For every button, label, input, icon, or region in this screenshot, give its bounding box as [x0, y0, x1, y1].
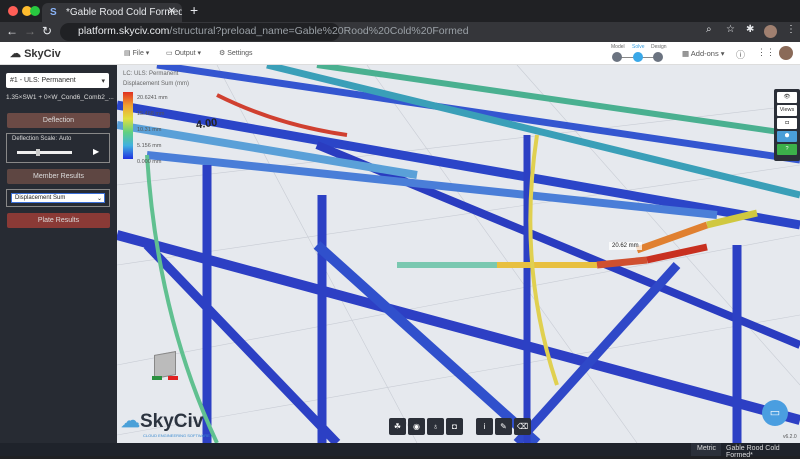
load-case-select[interactable]: #1 - ULS: Permanent ▾	[6, 73, 109, 88]
watermark-subtitle: CLOUD ENGINEERING SOFTWARE	[143, 433, 210, 438]
combination-label: 1.35×SW1 + 0×W_Cond6_Comb2_...	[6, 94, 114, 101]
zoom-icon[interactable]: ⌕	[706, 24, 712, 35]
extensions-icon[interactable]: ✱	[746, 24, 754, 35]
color-legend-labels: 20.6241 mm 15.468 mm 10.31 mm 5.156 mm 0.000…	[137, 95, 168, 165]
deflection-scale-label: Deflection Scale:	[12, 136, 58, 142]
deflection-button[interactable]: Deflection	[7, 113, 110, 128]
close-window-button[interactable]	[8, 6, 18, 16]
max-displacement-label: 20.62 mm	[609, 242, 642, 250]
reload-icon[interactable]: ↻	[42, 24, 52, 38]
pencil-icon[interactable]: ✎	[495, 418, 512, 435]
deflection-scale-slider[interactable]	[17, 151, 72, 154]
skyciv-watermark: ☁SkyCiv	[121, 411, 204, 432]
step-design-button[interactable]	[653, 52, 663, 62]
maximize-window-button[interactable]	[30, 6, 40, 16]
menu-output[interactable]: ▭ Output ▾	[166, 49, 201, 57]
step-model-button[interactable]	[612, 52, 622, 62]
step-design-label: Design	[651, 44, 667, 50]
deflection-scale-value: Auto	[59, 136, 72, 142]
chat-support-button[interactable]: ▭	[762, 400, 788, 426]
status-bar: Metric Gable Rood Cold Formed*	[0, 443, 800, 459]
profile-avatar[interactable]	[764, 25, 777, 38]
color-legend-bar	[123, 92, 133, 159]
url-text: platform.skyciv.com/structural?preload_n…	[78, 25, 469, 37]
menu-settings[interactable]: ⚙ Settings	[219, 49, 253, 57]
eye-icon[interactable]: ◉	[408, 418, 425, 435]
structure-model	[117, 65, 800, 443]
browser-tab[interactable]: S *Gable Rood Cold Formed | SkyCiv✕	[42, 3, 182, 22]
lightbulb-icon[interactable]: ♁	[427, 418, 444, 435]
new-tab-button[interactable]: +	[190, 2, 198, 18]
view-cube[interactable]	[150, 350, 182, 382]
screenshot-camera-button[interactable]: ◘	[777, 118, 797, 129]
result-type-box: Displacement Sum ⌄	[6, 189, 110, 207]
app-header: ☁ SkyCiv ▤ File ▾ ▭ Output ▾ ⚙ Settings …	[0, 42, 800, 65]
frame-members	[117, 65, 800, 443]
member-results-button[interactable]: Member Results	[7, 169, 110, 184]
apps-grid-icon[interactable]: ⋮⋮	[757, 47, 775, 58]
file-name-label: Gable Rood Cold Formed*	[726, 445, 780, 459]
load-case-label: LC: ULS: Permanent	[123, 71, 179, 77]
visibility-eye-button[interactable]: 👁	[777, 92, 797, 103]
back-icon[interactable]: ←	[6, 24, 18, 38]
result-type-select[interactable]: Displacement Sum ⌄	[11, 193, 105, 203]
addons-menu[interactable]: ▦ Add-ons ▾	[682, 49, 725, 58]
3d-viewport[interactable]: LC: ULS: Permanent Displacement Sum (mm)…	[117, 65, 800, 443]
deflection-scale-panel: Deflection Scale: Auto ▶	[6, 133, 110, 163]
skyciv-logo[interactable]: ☁ SkyCiv	[10, 47, 61, 60]
result-label: Displacement Sum (mm)	[123, 81, 190, 87]
browser-menu-icon[interactable]: ⋮	[786, 24, 796, 35]
3d-cube-button[interactable]: ⬢	[777, 131, 797, 142]
help-button[interactable]: ?	[777, 144, 797, 155]
menu-file[interactable]: ▤ File ▾	[124, 49, 149, 57]
forward-icon[interactable]: →	[24, 24, 36, 38]
browser-tab-bar: S *Gable Rood Cold Formed | SkyCiv✕ +	[0, 0, 800, 22]
step-solve-label: Solve	[632, 44, 645, 50]
close-tab-icon[interactable]: ✕	[168, 6, 176, 17]
step-solve-button[interactable]	[633, 52, 643, 62]
sidebar: #1 - ULS: Permanent ▾ 1.35×SW1 + 0×W_Cond…	[0, 65, 117, 443]
tab-title: *Gable Rood Cold Formed | SkyCiv	[66, 7, 182, 18]
views-button[interactable]: Views	[777, 105, 797, 116]
camera-icon[interactable]: ◘	[446, 418, 463, 435]
version-label: v6.2.0	[783, 434, 797, 440]
bookmark-star-icon[interactable]: ☆	[726, 24, 735, 35]
step-model-label: Model	[611, 44, 625, 50]
plate-results-button[interactable]: Plate Results	[7, 213, 110, 228]
info-icon[interactable]: i	[476, 418, 493, 435]
slider-handle[interactable]	[36, 149, 40, 156]
skyciv-favicon-icon: S	[50, 7, 57, 18]
units-indicator[interactable]: Metric	[697, 445, 716, 452]
eraser-icon[interactable]: ⌫	[514, 418, 531, 435]
user-avatar[interactable]	[779, 46, 793, 60]
play-icon[interactable]: ▶	[93, 147, 99, 156]
help-icon[interactable]: ⓘ	[736, 48, 745, 61]
render-options-icon[interactable]: ☘	[389, 418, 406, 435]
